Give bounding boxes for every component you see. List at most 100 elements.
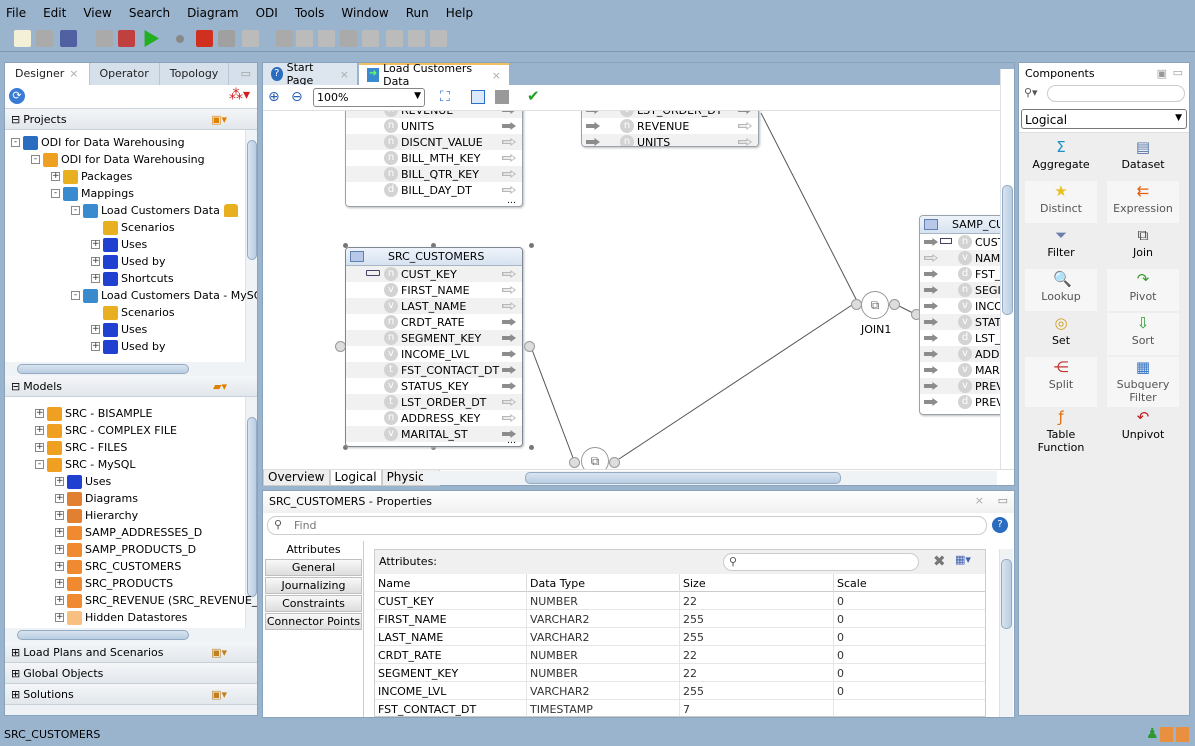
close-icon[interactable]: ×: [69, 67, 78, 80]
tree-item[interactable]: - ODI for Data Warehousing: [11, 134, 185, 151]
close-icon[interactable]: ×: [975, 494, 984, 507]
tree-item[interactable]: + SRC_CUSTOMERS: [55, 558, 181, 575]
menu-run[interactable]: Run: [406, 6, 429, 20]
join1-component[interactable]: ⧉: [861, 291, 889, 319]
menu-search[interactable]: Search: [129, 6, 170, 20]
expand-icon[interactable]: +: [91, 274, 100, 283]
projects-vscroll[interactable]: [245, 130, 257, 362]
datastore-samp-customers[interactable]: SAMP_CUnCUSTvNAMdFST_nSEGIvINCOvSTATdLST…: [919, 215, 1000, 415]
properties-vscroll[interactable]: [999, 549, 1013, 717]
disconnect-icon[interactable]: [118, 30, 135, 47]
projects-hscroll[interactable]: [5, 362, 257, 376]
table-row[interactable]: LAST_NAME VARCHAR2 255 0: [375, 628, 985, 646]
props-tab-connector-points[interactable]: Connector Points: [265, 613, 362, 630]
attribute-row[interactable]: t LST_ORDER_DT: [346, 394, 522, 410]
attribute-row[interactable]: n UNITS: [346, 118, 522, 134]
models-section-header[interactable]: ⊟ Models ▰▾: [5, 376, 257, 397]
view-tab-logical[interactable]: Logical: [329, 470, 382, 486]
column-header-data-type[interactable]: Data Type: [530, 577, 585, 590]
tree-item[interactable]: + SRC - BISAMPLE: [35, 405, 152, 422]
collapse-icon[interactable]: -: [35, 460, 44, 469]
zoom-in-icon[interactable]: ⊕: [268, 89, 280, 105]
layout-icon[interactable]: [471, 90, 485, 104]
debug-icon[interactable]: [196, 30, 213, 47]
datastore-src-revenue[interactable]: nREVENUEnUNITSnDISCNT_VALUEnBILL_MTH_KEY…: [345, 111, 523, 207]
tree-item[interactable]: + Diagrams: [55, 490, 138, 507]
attribute-row[interactable]: vINCO: [920, 298, 1000, 314]
expand-icon[interactable]: +: [91, 240, 100, 249]
table-row[interactable]: SEGMENT_KEY NUMBER 22 0: [375, 664, 985, 682]
connect-navigator-icon[interactable]: ⁂▾: [229, 87, 250, 103]
tree-item[interactable]: - SRC - MySQL: [35, 456, 136, 473]
expand-icon[interactable]: +: [55, 562, 64, 571]
expand-icon[interactable]: +: [55, 545, 64, 554]
expand-icon[interactable]: +: [55, 494, 64, 503]
float-icon[interactable]: ▣: [1157, 67, 1167, 80]
join-output-port[interactable]: [889, 299, 900, 310]
component-filter[interactable]: ⏷ Filter: [1025, 225, 1097, 267]
attribute-row[interactable]: d FST_: [920, 266, 1000, 282]
component-subquery-filter[interactable]: ▦ Subquery Filter: [1107, 357, 1179, 407]
resize-handle[interactable]: [529, 445, 534, 450]
step-icon[interactable]: [276, 30, 293, 47]
cell-name[interactable]: FST_CONTACT_DT: [378, 703, 476, 716]
component-unpivot[interactable]: ↶ Unpivot: [1107, 407, 1179, 449]
step-return-icon[interactable]: [386, 30, 403, 47]
expand-icon[interactable]: +: [35, 426, 44, 435]
cell-name[interactable]: LAST_NAME: [378, 631, 443, 644]
cell-name[interactable]: CRDT_RATE: [378, 649, 442, 662]
menu-tools[interactable]: Tools: [295, 6, 325, 20]
attribute-row[interactable]: v MARITAL_ST: [346, 426, 522, 442]
tree-item[interactable]: + SRC_PRODUCTS: [55, 575, 173, 592]
tree-item[interactable]: + Shortcuts: [91, 270, 174, 287]
tree-item[interactable]: - Mappings: [51, 185, 134, 202]
attribute-row[interactable]: n BILL_QTR_KEY: [346, 166, 522, 182]
minimize-icon[interactable]: ▭: [1173, 66, 1183, 79]
cell-name[interactable]: INCOME_LVL: [378, 685, 446, 698]
new-load-plan-icon[interactable]: ▣▾: [211, 646, 227, 659]
step-out-icon[interactable]: [340, 30, 357, 47]
projects-section-header[interactable]: ⊟ Projects ▣▾: [5, 109, 257, 130]
tree-item[interactable]: + SAMP_ADDRESSES_D: [55, 524, 202, 541]
tree-item[interactable]: + Used by: [91, 338, 166, 355]
attribute-row[interactable]: v STATUS_KEY: [346, 378, 522, 394]
expand-icon[interactable]: +: [35, 443, 44, 452]
props-tab-journalizing[interactable]: Journalizing: [265, 577, 362, 594]
attribute-row[interactable]: n SEGMENT_KEY: [346, 330, 522, 346]
component-join[interactable]: ⧉ Join: [1107, 225, 1179, 267]
component-sort[interactable]: ⇩ Sort: [1107, 313, 1179, 355]
expand-icon[interactable]: +: [91, 342, 100, 351]
collapse-icon[interactable]: -: [31, 155, 40, 164]
column-header-scale[interactable]: Scale: [837, 577, 867, 590]
tab-designer[interactable]: Designer ×: [5, 63, 90, 85]
tree-item[interactable]: Scenarios: [91, 219, 175, 236]
tab-operator[interactable]: Operator: [90, 63, 160, 85]
tree-item[interactable]: + Uses: [91, 236, 147, 253]
tree-item[interactable]: - ODI for Data Warehousing: [31, 151, 205, 168]
close-icon[interactable]: ×: [492, 69, 501, 82]
components-search-input[interactable]: [1047, 85, 1185, 102]
table-row[interactable]: FIRST_NAME VARCHAR2 255 0: [375, 610, 985, 628]
collapse-icon[interactable]: -: [71, 206, 80, 215]
attribute-row[interactable]: nREVENUE: [346, 111, 522, 118]
expand-icon[interactable]: ⊞: [11, 667, 20, 680]
tree-item[interactable]: + SAMP_PRODUCTS_D: [55, 541, 196, 558]
expand-icon[interactable]: +: [55, 528, 64, 537]
attributes-search-input[interactable]: ⚲: [723, 553, 919, 571]
tab-start-page[interactable]: ? Start Page ×: [263, 61, 357, 87]
search-icon[interactable]: ⚲▾: [1024, 86, 1038, 99]
tree-item[interactable]: + Used by: [91, 253, 166, 270]
breakpoint-icon[interactable]: [176, 35, 184, 43]
attribute-row[interactable]: n DISCNT_VALUE: [346, 134, 522, 150]
delete-icon[interactable]: ✖: [933, 552, 946, 570]
attribute-row[interactable]: n BILL_MTH_KEY: [346, 150, 522, 166]
table-row[interactable]: CUST_KEY NUMBER 22 0: [375, 592, 985, 610]
join2-input-port[interactable]: [569, 457, 580, 468]
datastore-src-customers[interactable]: SRC_CUSTOMERS n CUST_KEY v FIRST_NAME v LAST_N…: [345, 247, 523, 447]
section-global-objects[interactable]: ⊞ Global Objects: [5, 663, 257, 684]
join2-output-port[interactable]: [609, 457, 620, 468]
save-icon[interactable]: [36, 30, 53, 47]
resume-icon[interactable]: [430, 30, 447, 47]
debug-stop-icon[interactable]: [242, 30, 259, 47]
expand-icon[interactable]: +: [55, 511, 64, 520]
